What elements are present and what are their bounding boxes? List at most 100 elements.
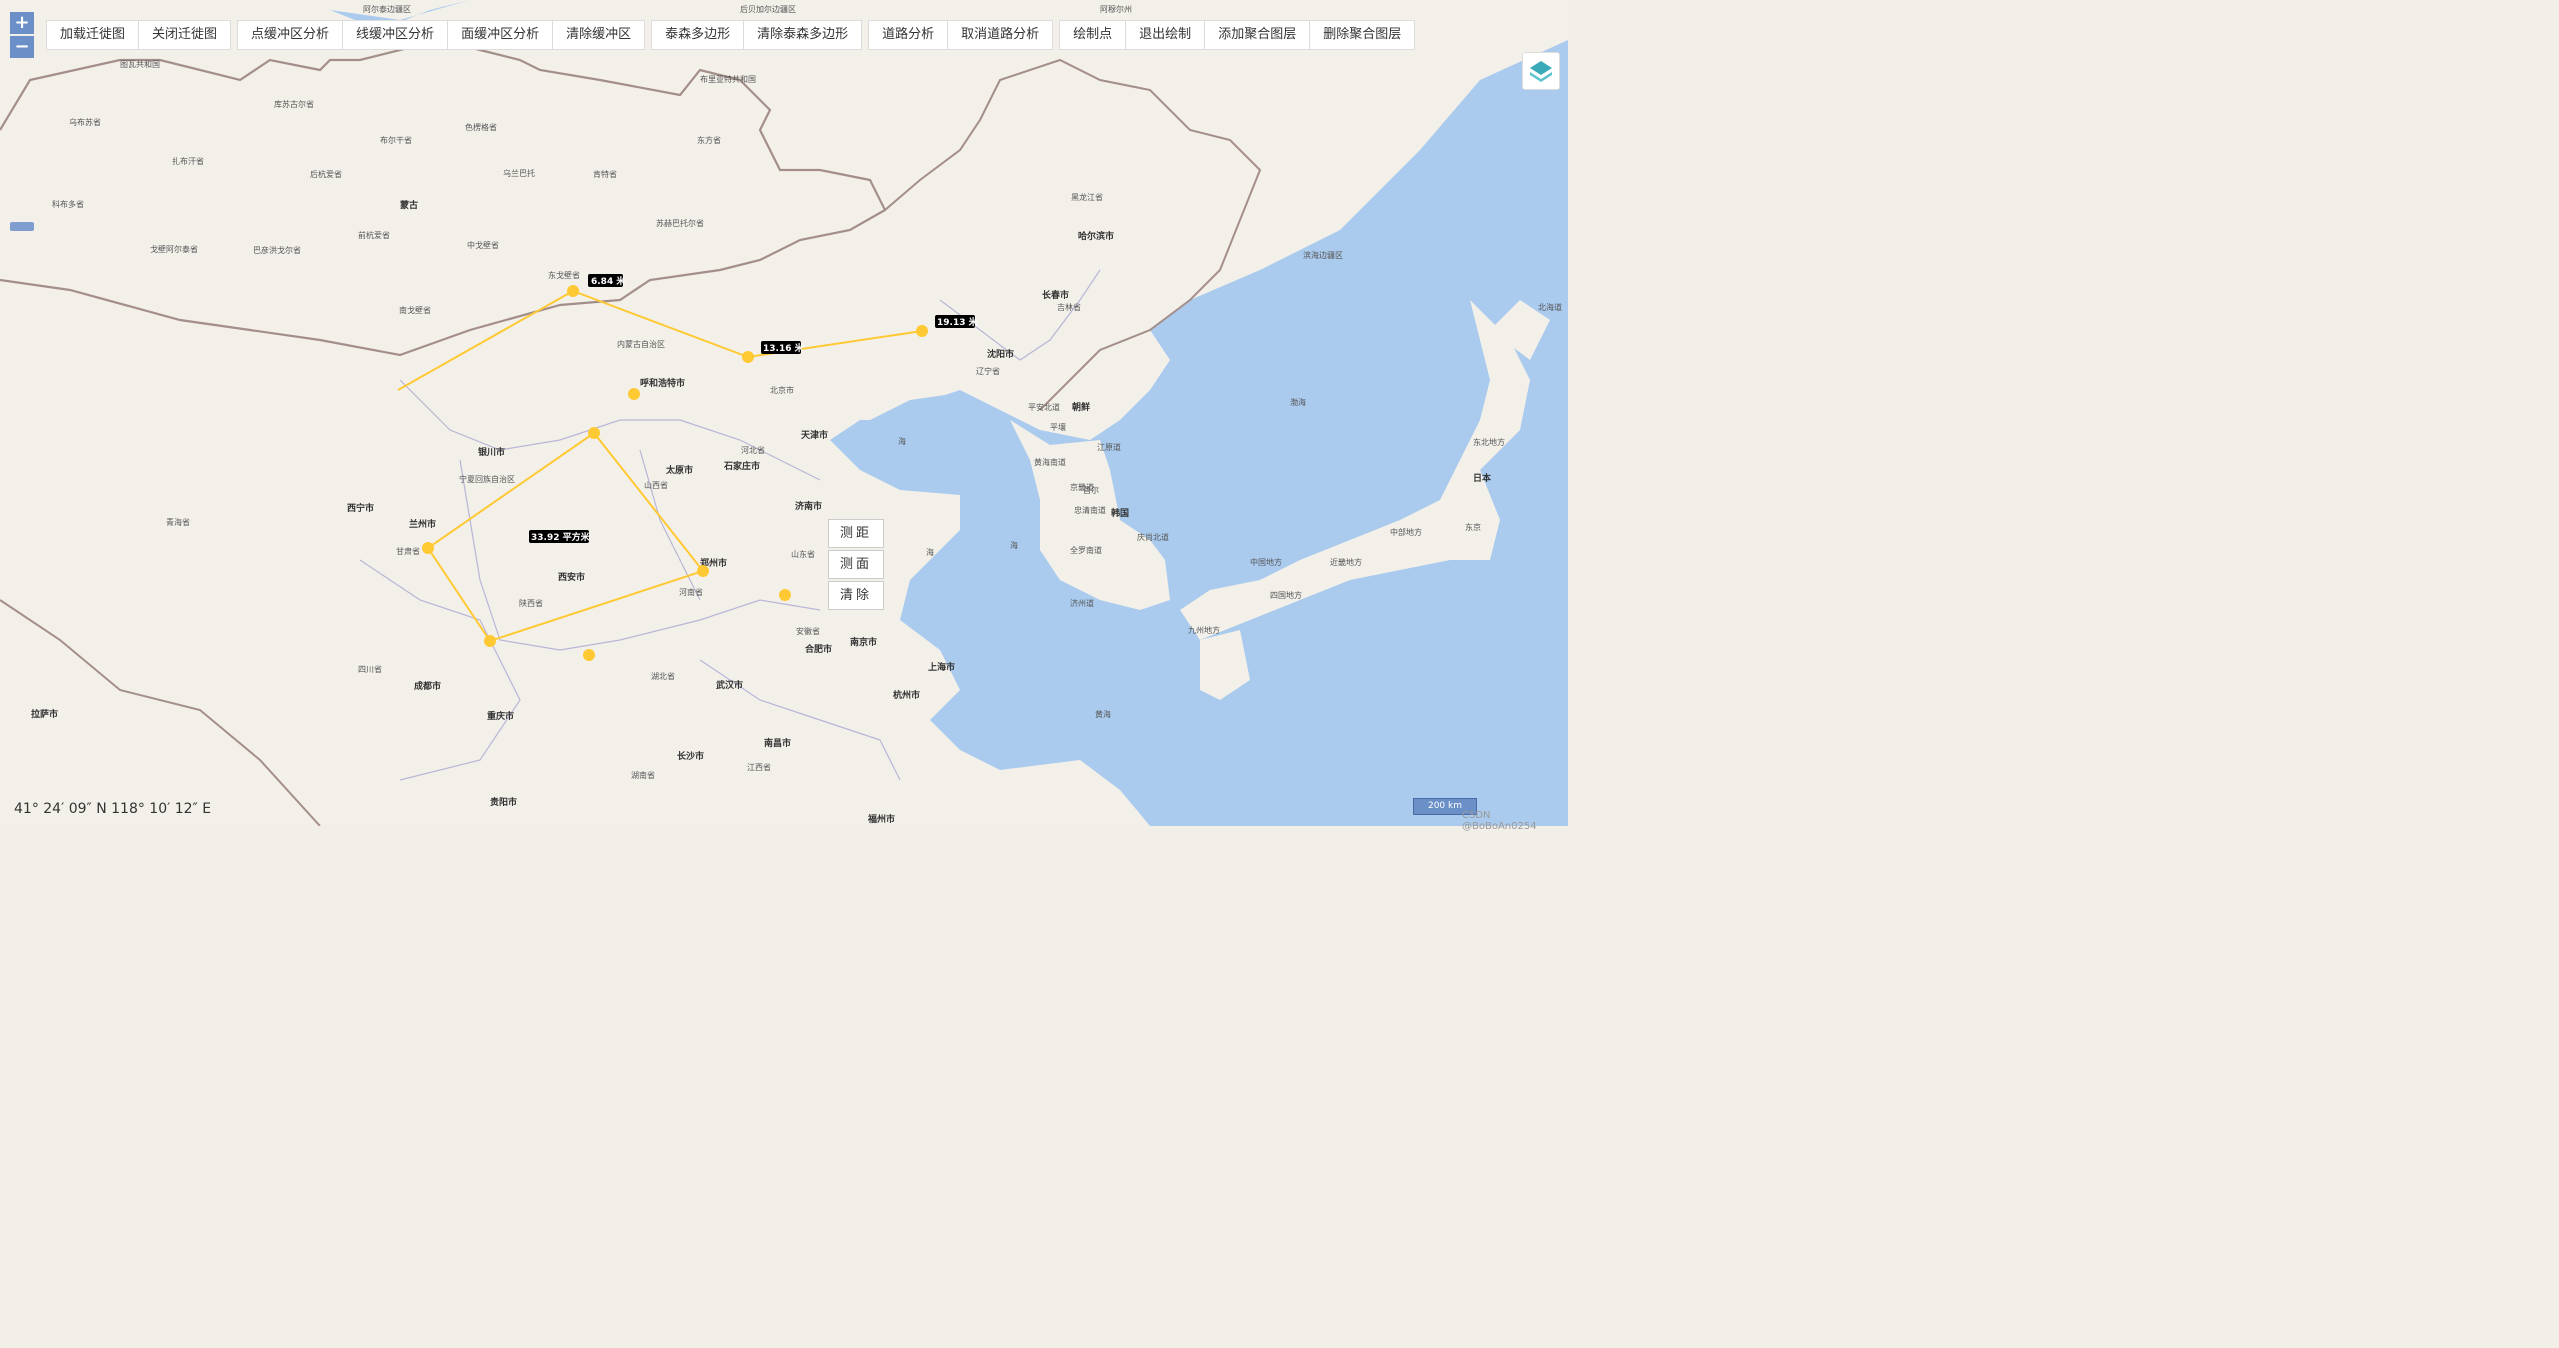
map-label-city: 贵阳市 [490,796,517,808]
map-label-region: 东方省 [697,135,721,145]
map-label-region: 甘肃省 [396,546,420,556]
zoom-control: + − [10,12,34,60]
map-label-city: 成都市 [414,680,441,692]
map-label-region: 九州地方 [1188,625,1220,635]
map-label-region: 青海省 [166,517,190,527]
map-label-city: 重庆市 [487,710,514,722]
toolbar: 加载迁徙图 关闭迁徙图 点缓冲区分析 线缓冲区分析 面缓冲区分析 清除缓冲区 泰… [46,20,1421,50]
map-label-region: 库苏古尔省 [274,99,314,109]
polygon-buffer-button[interactable]: 面缓冲区分析 [448,20,554,50]
map-label-water: 海 [898,436,906,446]
point-buffer-button[interactable]: 点缓冲区分析 [237,20,344,50]
map-label-city: 拉萨市 [31,708,58,720]
map-label-region: 巴彦洪戈尔省 [253,245,301,255]
map-label-region: 中戈壁省 [467,240,499,250]
map-label-city: 福州市 [867,813,895,825]
map-label-region: 布里亚特共和国 [700,74,756,84]
map-label-region: 平壤 [1050,422,1066,432]
map-label-region: 中部地方 [1390,527,1422,537]
map-label-city: 长沙市 [677,750,704,762]
measure-clear-button[interactable]: 清除 [828,581,884,610]
map-label-region: 平安北道 [1028,402,1060,412]
map-label-region: 山东省 [791,549,815,559]
map-label-region: 后杭爱省 [310,169,342,179]
map-label-city: 北京市 [770,385,794,395]
clear-buffer-button[interactable]: 清除缓冲区 [553,20,646,50]
measure-vertex [567,285,579,297]
cancel-road-analysis-button[interactable]: 取消道路分析 [948,20,1054,50]
map-label-city: 石家庄市 [723,460,760,472]
voronoi-button[interactable]: 泰森多边形 [651,20,745,50]
draw-point-button[interactable]: 绘制点 [1059,20,1127,50]
map-label-region: 吉林省 [1057,302,1081,312]
map-label-city: 上海市 [928,661,955,673]
map-label-city: 南京市 [850,636,877,648]
map-label-region: 江西省 [747,762,771,772]
map-label-region: 前杭爱省 [358,230,390,240]
map-label-region: 乌兰巴托 [503,168,535,178]
map-label-water: 海 [926,547,934,557]
map-label-region: 扎布汗省 [172,156,204,166]
map-label-region: 忠清南道 [1074,505,1106,515]
measure-distance-button[interactable]: 测距 [828,519,884,548]
map-label-city: 哈尔滨市 [1078,230,1114,242]
toolbar-group-voronoi: 泰森多边形 清除泰森多边形 [651,20,863,50]
toolbar-group-buffer: 点缓冲区分析 线缓冲区分析 面缓冲区分析 清除缓冲区 [237,20,646,50]
map-canvas[interactable]: 库苏古尔省 色楞格省 布尔干省 后杭爱省 前杭爱省 中戈壁省 东戈壁省 南戈壁省… [0,0,1568,827]
remove-cluster-layer-button[interactable]: 删除聚合图层 [1310,20,1416,50]
road-analysis-button[interactable]: 道路分析 [868,20,949,50]
map-label-region: 阿穆尔州 [1100,4,1132,14]
map-label-city: 沈阳市 [987,348,1014,360]
map-label-country: 蒙古 [400,199,418,211]
map-label-water: 海 [1010,540,1018,550]
measure-panel: 测距 测面 清除 [828,519,884,612]
map-label-city: 南昌市 [764,737,791,749]
line-buffer-button[interactable]: 线缓冲区分析 [343,20,449,50]
map-label-region: 肯特省 [593,169,617,179]
map-label-country: 日本 [1473,472,1492,484]
map-label-region: 阿尔泰边疆区 [363,4,411,14]
toolbar-group-migration: 加载迁徙图 关闭迁徙图 [46,20,232,50]
zoom-out-button[interactable]: − [10,36,34,58]
map-label-region: 黄海南道 [1034,457,1066,467]
map-label-region: 东北地方 [1473,437,1505,447]
drawn-point[interactable] [779,589,791,601]
map-label-region: 首尔 [1083,485,1099,495]
map-label-region: 四川省 [358,664,382,674]
map-label-region: 宁夏回族自治区 [459,474,515,484]
map-label-region: 近畿地方 [1330,557,1362,567]
map-label-region: 苏赫巴托尔省 [656,218,704,228]
map-label-city: 济南市 [795,500,822,512]
map-label-region: 湖南省 [631,770,655,780]
map-label-region: 戈壁阿尔泰省 [150,244,198,254]
load-migration-button[interactable]: 加载迁徙图 [46,20,140,50]
measure-vertex [697,565,709,577]
map-label-region: 乌布苏省 [69,117,101,127]
exit-draw-button[interactable]: 退出绘制 [1126,20,1206,50]
map-label-city: 西宁市 [347,502,374,514]
map-label-region: 色楞格省 [465,122,497,132]
drawn-point[interactable] [628,388,640,400]
map-label-region: 庆尚北道 [1137,532,1169,542]
map-label-region: 东戈壁省 [548,270,580,280]
add-cluster-layer-button[interactable]: 添加聚合图层 [1205,20,1311,50]
zoom-slider-handle[interactable] [10,222,34,231]
map-label-water: 黄海 [1095,709,1111,719]
close-migration-button[interactable]: 关闭迁徙图 [139,20,232,50]
zoom-in-button[interactable]: + [10,12,34,34]
layers-icon [1530,61,1552,82]
toolbar-group-draw: 绘制点 退出绘制 添加聚合图层 删除聚合图层 [1059,20,1416,50]
map-label-country: 朝鲜 [1072,401,1090,413]
drawn-point[interactable] [583,649,595,661]
layer-switcher-button[interactable] [1522,52,1560,90]
measure-vertex [422,542,434,554]
base-map: 库苏古尔省 色楞格省 布尔干省 后杭爱省 前杭爱省 中戈壁省 东戈壁省 南戈壁省… [0,0,1568,827]
map-label-region: 科布多省 [52,199,84,209]
map-label-city: 西安市 [558,571,585,583]
measure-area-button[interactable]: 测面 [828,550,884,579]
measure-vertex [916,325,928,337]
map-label-region: 江原道 [1097,442,1121,452]
map-label-region: 中国地方 [1250,557,1282,567]
clear-voronoi-button[interactable]: 清除泰森多边形 [744,20,863,50]
map-label-city: 呼和浩特市 [640,377,685,389]
